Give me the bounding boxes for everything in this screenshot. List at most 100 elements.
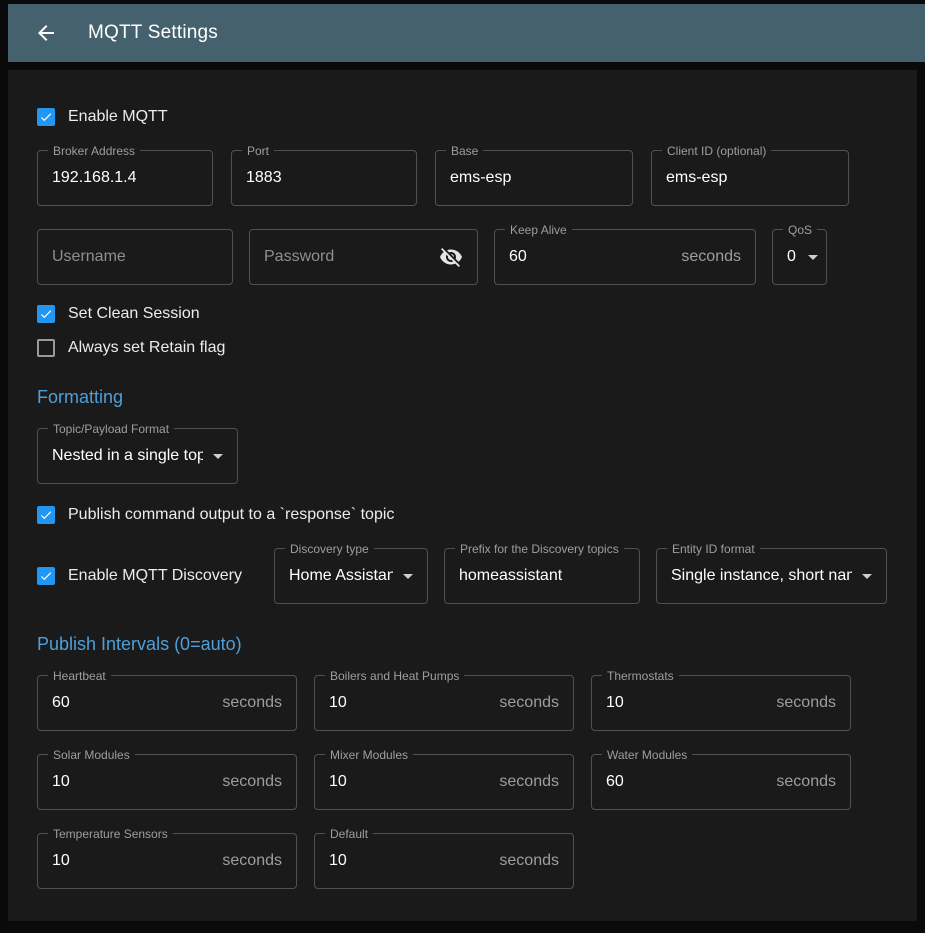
clean-session-row[interactable]: Set Clean Session	[37, 305, 888, 323]
topic-format-label: Topic/Payload Format	[48, 422, 174, 436]
broker-address-input[interactable]	[52, 169, 198, 187]
settings-card: Enable MQTT Broker Address Port Base Cli…	[8, 70, 917, 921]
check-icon	[39, 507, 53, 523]
base-field[interactable]: Base	[435, 150, 633, 206]
heartbeat-interval-field[interactable]: Heartbeat seconds	[37, 675, 297, 731]
enable-discovery-row[interactable]: Enable MQTT Discovery	[37, 567, 258, 585]
interval-suffix: seconds	[776, 694, 836, 712]
interval-suffix: seconds	[776, 773, 836, 791]
retain-flag-row[interactable]: Always set Retain flag	[37, 339, 888, 357]
app-bar: MQTT Settings	[8, 4, 925, 62]
interval-input[interactable]	[52, 773, 214, 791]
client-id-label: Client ID (optional)	[662, 144, 771, 158]
interval-input[interactable]	[329, 694, 491, 712]
chevron-down-icon	[213, 454, 223, 459]
interval-input[interactable]	[606, 773, 768, 791]
discovery-prefix-field[interactable]: Prefix for the Discovery topics	[444, 548, 640, 604]
solar-interval-field[interactable]: Solar Modules seconds	[37, 754, 297, 810]
password-input[interactable]	[264, 248, 431, 266]
client-id-input[interactable]	[666, 169, 834, 187]
check-icon	[39, 306, 53, 322]
entity-id-format-value: Single instance, short name	[671, 567, 852, 585]
interval-label: Mixer Modules	[325, 748, 413, 762]
port-input[interactable]	[246, 169, 402, 187]
interval-label: Default	[325, 827, 373, 841]
enable-mqtt-label: Enable MQTT	[68, 108, 168, 126]
interval-suffix: seconds	[499, 694, 559, 712]
discovery-prefix-input[interactable]	[459, 567, 625, 585]
discovery-prefix-label: Prefix for the Discovery topics	[455, 542, 624, 556]
interval-input[interactable]	[329, 852, 491, 870]
mixer-interval-field[interactable]: Mixer Modules seconds	[314, 754, 574, 810]
check-icon	[39, 109, 53, 125]
base-input[interactable]	[450, 169, 618, 187]
back-arrow-icon	[34, 21, 58, 45]
boilers-interval-field[interactable]: Boilers and Heat Pumps seconds	[314, 675, 574, 731]
password-field[interactable]	[249, 229, 478, 285]
temperature-sensors-interval-field[interactable]: Temperature Sensors seconds	[37, 833, 297, 889]
client-id-field[interactable]: Client ID (optional)	[651, 150, 849, 206]
chevron-down-icon	[808, 255, 818, 260]
topic-format-value: Nested in a single topic	[52, 447, 203, 465]
interval-input[interactable]	[606, 694, 768, 712]
username-field[interactable]	[37, 229, 233, 285]
interval-input[interactable]	[52, 852, 214, 870]
interval-label: Solar Modules	[48, 748, 135, 762]
username-input[interactable]	[52, 248, 218, 266]
clean-session-checkbox[interactable]	[37, 305, 55, 323]
interval-suffix: seconds	[222, 773, 282, 791]
enable-discovery-checkbox[interactable]	[37, 567, 55, 585]
keep-alive-suffix: seconds	[681, 248, 741, 266]
port-field[interactable]: Port	[231, 150, 417, 206]
publish-intervals-heading: Publish Intervals (0=auto)	[37, 634, 888, 655]
entity-id-format-label: Entity ID format	[667, 542, 760, 556]
retain-flag-checkbox[interactable]	[37, 339, 55, 357]
interval-label: Thermostats	[602, 669, 679, 683]
check-icon	[39, 568, 53, 584]
broker-address-field[interactable]: Broker Address	[37, 150, 213, 206]
interval-suffix: seconds	[499, 852, 559, 870]
qos-label: QoS	[783, 223, 817, 237]
interval-label: Heartbeat	[48, 669, 111, 683]
interval-suffix: seconds	[222, 852, 282, 870]
interval-label: Temperature Sensors	[48, 827, 173, 841]
interval-label: Boilers and Heat Pumps	[325, 669, 464, 683]
port-label: Port	[242, 144, 274, 158]
chevron-down-icon	[862, 574, 872, 579]
interval-input[interactable]	[329, 773, 491, 791]
credentials-field-row: Keep Alive seconds QoS 0	[37, 229, 888, 285]
default-interval-field[interactable]: Default seconds	[314, 833, 574, 889]
enable-mqtt-checkbox[interactable]	[37, 108, 55, 126]
retain-flag-label: Always set Retain flag	[68, 339, 225, 357]
clean-session-label: Set Clean Session	[68, 305, 200, 323]
toggle-password-visibility-button[interactable]	[439, 245, 463, 269]
enable-mqtt-row[interactable]: Enable MQTT	[37, 108, 888, 126]
water-interval-field[interactable]: Water Modules seconds	[591, 754, 851, 810]
discovery-type-select[interactable]: Discovery type Home Assistant	[274, 548, 428, 604]
publish-response-label: Publish command output to a `response` t…	[68, 506, 394, 524]
discovery-row: Enable MQTT Discovery Discovery type Hom…	[37, 540, 888, 604]
topic-format-row: Topic/Payload Format Nested in a single …	[37, 428, 888, 484]
interval-suffix: seconds	[222, 694, 282, 712]
interval-input[interactable]	[52, 694, 214, 712]
topic-format-select[interactable]: Topic/Payload Format Nested in a single …	[37, 428, 238, 484]
entity-id-format-select[interactable]: Entity ID format Single instance, short …	[656, 548, 887, 604]
keep-alive-label: Keep Alive	[505, 223, 572, 237]
formatting-heading: Formatting	[37, 387, 888, 408]
keep-alive-input[interactable]	[509, 248, 673, 266]
qos-value: 0	[787, 248, 798, 266]
publish-response-checkbox[interactable]	[37, 506, 55, 524]
broker-field-row: Broker Address Port Base Client ID (opti…	[37, 150, 888, 206]
intervals-grid: Heartbeat seconds Boilers and Heat Pumps…	[37, 675, 888, 889]
keep-alive-field[interactable]: Keep Alive seconds	[494, 229, 756, 285]
qos-select[interactable]: QoS 0	[772, 229, 827, 285]
broker-address-label: Broker Address	[48, 144, 140, 158]
enable-discovery-label: Enable MQTT Discovery	[68, 567, 242, 585]
publish-response-row[interactable]: Publish command output to a `response` t…	[37, 506, 888, 524]
interval-suffix: seconds	[499, 773, 559, 791]
back-button[interactable]	[26, 13, 66, 53]
discovery-type-label: Discovery type	[285, 542, 374, 556]
visibility-off-icon	[439, 245, 463, 269]
interval-label: Water Modules	[602, 748, 692, 762]
thermostats-interval-field[interactable]: Thermostats seconds	[591, 675, 851, 731]
